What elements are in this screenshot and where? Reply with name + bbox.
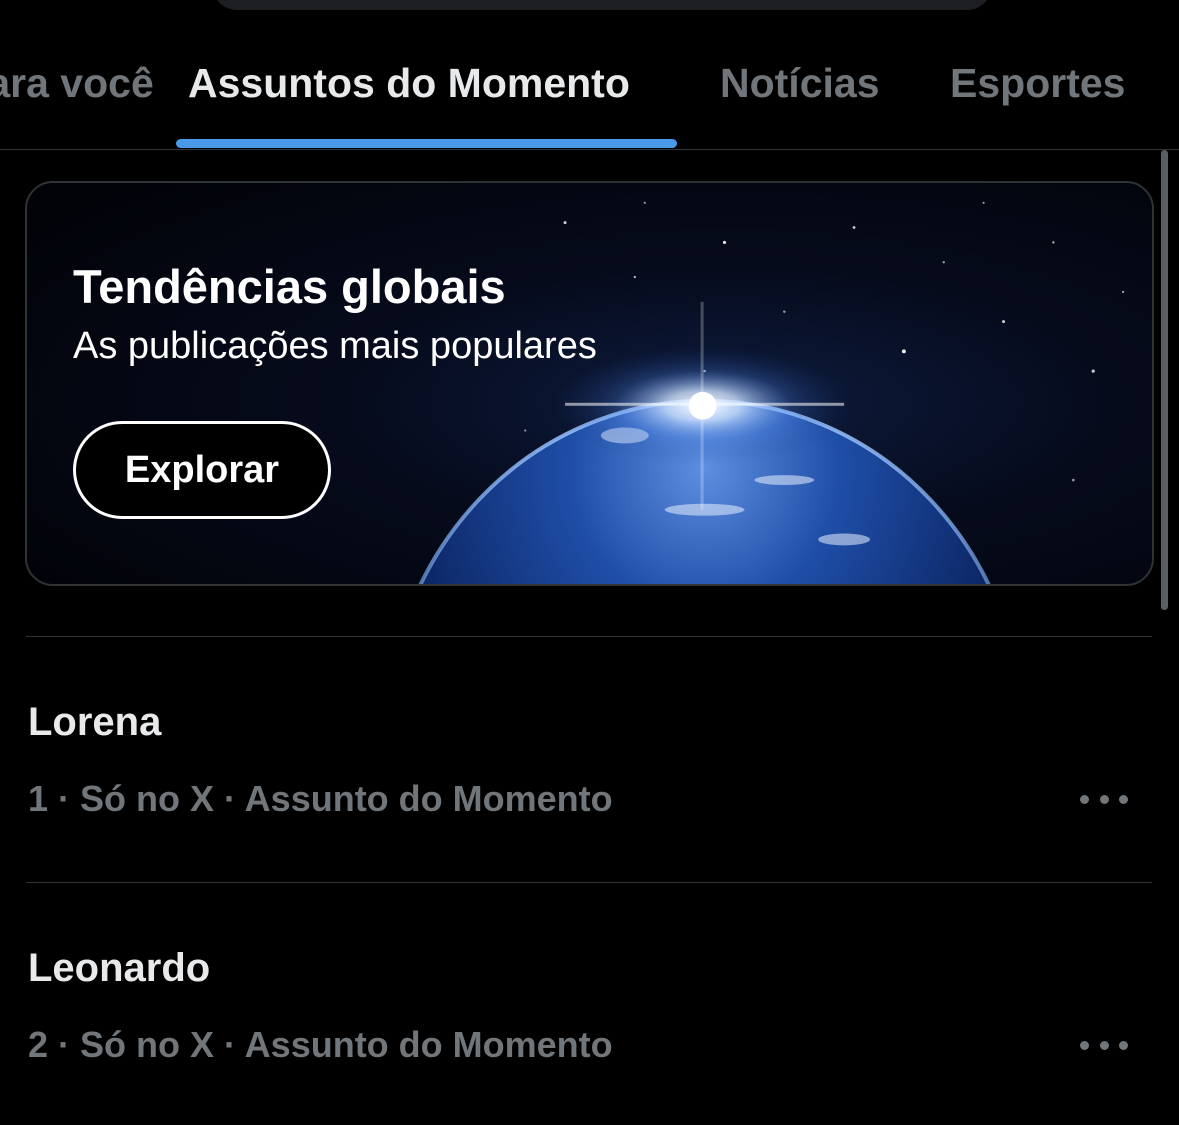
active-tab-indicator xyxy=(176,139,677,148)
more-icon[interactable] xyxy=(1080,786,1128,812)
divider xyxy=(26,882,1152,883)
tab-para-voce[interactable]: Para você xyxy=(0,58,154,108)
global-trends-banner[interactable]: Tendências globais As publicações mais p… xyxy=(25,181,1154,586)
trend-meta: 1 · Só no X · Assunto do Momento xyxy=(28,778,613,819)
earth-from-space-image xyxy=(27,183,1152,584)
tab-esportes[interactable]: Esportes xyxy=(950,58,1125,108)
trend-item[interactable]: Lorena 1 · Só no X · Assunto do Momento xyxy=(0,690,1179,890)
banner-title: Tendências globais xyxy=(73,260,506,313)
trend-name: Leonardo xyxy=(28,946,211,990)
scrollbar[interactable] xyxy=(1161,150,1168,610)
tab-bar: Para você Assuntos do Momento Notícias E… xyxy=(0,0,1179,150)
trend-meta: 2 · Só no X · Assunto do Momento xyxy=(28,1024,613,1065)
divider xyxy=(26,636,1152,637)
tab-noticias[interactable]: Notícias xyxy=(720,58,880,108)
trend-name: Lorena xyxy=(28,700,162,744)
banner-subtitle: As publicações mais populares xyxy=(73,325,597,367)
tab-assuntos-do-momento[interactable]: Assuntos do Momento xyxy=(188,58,630,108)
trend-item[interactable]: Leonardo 2 · Só no X · Assunto do Moment… xyxy=(0,936,1179,1125)
explore-button[interactable]: Explorar xyxy=(73,421,331,519)
more-icon[interactable] xyxy=(1080,1032,1128,1058)
explore-page: Para você Assuntos do Momento Notícias E… xyxy=(0,0,1179,1125)
